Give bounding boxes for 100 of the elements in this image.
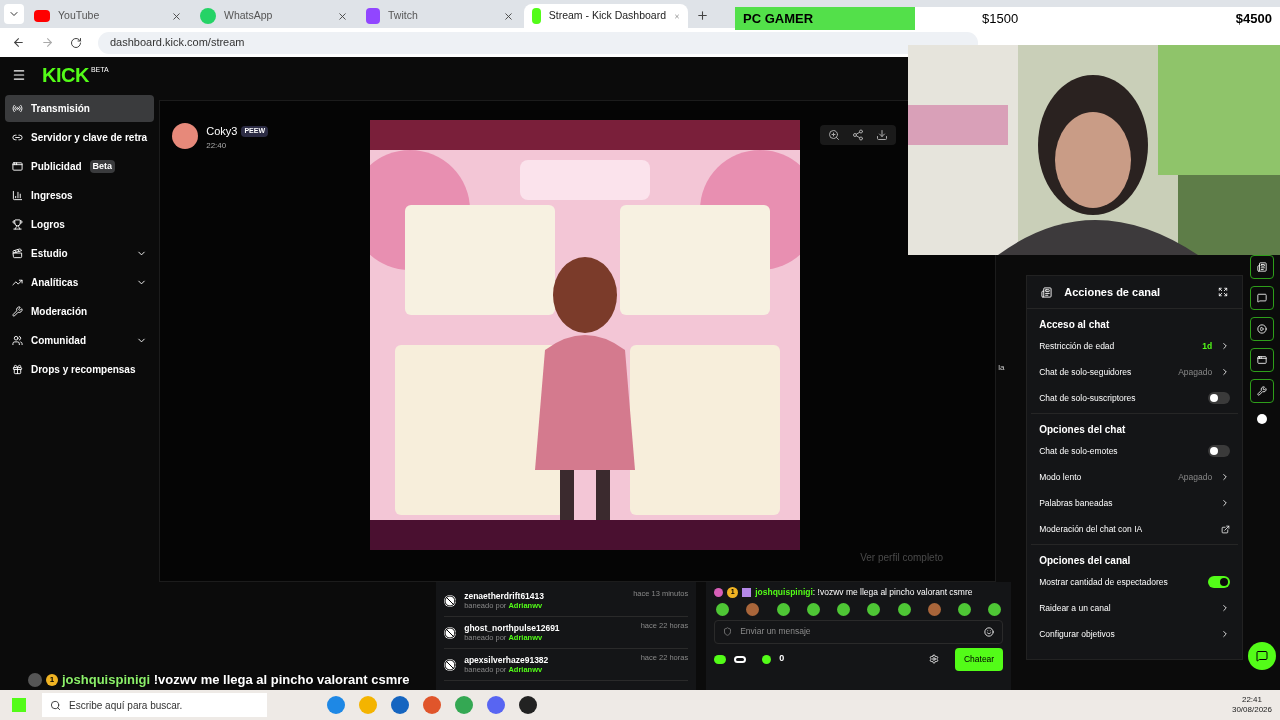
setting-row[interactable]: Configurar objetivos — [1039, 621, 1231, 647]
banned-user[interactable]: ghost_northpulse12691 — [464, 622, 633, 634]
setting-label: Chat de solo-seguidores — [1039, 365, 1133, 379]
sidebar-label: Drops y recompensas — [31, 363, 136, 377]
badge-icon — [714, 587, 724, 597]
setting-value: Apagado — [1178, 365, 1213, 379]
avatar — [172, 123, 199, 149]
expand-icon[interactable] — [1218, 287, 1229, 297]
tool-button[interactable] — [1249, 286, 1274, 310]
sidebar-item[interactable]: Estudio — [5, 240, 155, 267]
setting-label: Modo lento — [1039, 470, 1083, 484]
new-tab-icon[interactable] — [696, 9, 709, 22]
setting-label: Chat de solo-suscriptores — [1039, 391, 1137, 405]
emote-icon[interactable] — [867, 602, 881, 616]
setting-label: Raidear a un canal — [1039, 601, 1112, 615]
emote-icon[interactable] — [746, 602, 760, 616]
sidebar-item[interactable]: Publicidad Beta — [5, 153, 155, 180]
tool-button[interactable] — [1249, 379, 1274, 403]
sidebar-label: Ingresos — [31, 189, 73, 203]
emote-icon[interactable] — [988, 602, 1002, 616]
sidebar-item[interactable]: Transmisión — [5, 95, 155, 122]
taskbar-search[interactable]: Escribe aquí para buscar. — [42, 693, 267, 717]
external-link-icon — [1221, 524, 1231, 534]
close-icon[interactable] — [337, 10, 348, 22]
document-icon — [1256, 262, 1267, 272]
timestamp: 22:40 — [206, 139, 228, 152]
reload-icon[interactable] — [70, 36, 82, 49]
points-icon — [714, 654, 727, 664]
ban-icon — [444, 594, 457, 607]
sidebar-item[interactable]: Servidor y clave de retra — [5, 124, 155, 151]
setting-row[interactable]: Raidear a un canal — [1039, 595, 1231, 621]
send-button[interactable]: Chatear — [954, 647, 1004, 671]
emote-icon[interactable] — [927, 602, 941, 616]
coin-icon — [762, 654, 772, 664]
chat-fab[interactable] — [1247, 642, 1276, 670]
window-icon — [12, 161, 23, 172]
setting-row[interactable]: Moderación del chat con IA — [1039, 516, 1231, 542]
sidebar-item[interactable]: Comunidad — [5, 327, 155, 354]
taskbar-app-icon[interactable] — [519, 696, 537, 714]
setting-row[interactable]: Modo lento Apagado — [1039, 464, 1231, 490]
username: Coky3 — [206, 124, 238, 139]
emote-icon[interactable] — [776, 602, 790, 616]
zoom-icon[interactable] — [828, 129, 841, 141]
menu-icon[interactable] — [12, 67, 26, 82]
play-icon — [1256, 324, 1267, 334]
sidebar-item[interactable]: Ingresos — [5, 182, 155, 209]
users-icon — [12, 335, 23, 346]
emote-icon[interactable] — [897, 602, 911, 616]
settings-icon[interactable] — [928, 654, 939, 665]
toggle-switch[interactable] — [1208, 576, 1231, 588]
banned-user[interactable]: zenaetherdrift61413 — [464, 590, 626, 602]
address-bar[interactable]: dashboard.kick.com/stream — [98, 31, 978, 54]
setting-row[interactable]: Mostrar cantidad de espectadores — [1039, 569, 1231, 595]
banned-user[interactable]: apexsilverhaze91382 — [464, 654, 633, 666]
infinity-icon — [734, 655, 747, 663]
sidebar-item[interactable]: Drops y recompensas — [5, 356, 155, 383]
emote-icon[interactable] — [957, 602, 971, 616]
emote-icon[interactable] — [837, 602, 851, 616]
ban-icon — [444, 658, 457, 671]
browser-tab[interactable]: Stream - Kick Dashboard — [524, 4, 688, 28]
close-icon[interactable] — [171, 10, 182, 22]
sidebar-label: Servidor y clave de retra — [31, 131, 148, 145]
download-icon[interactable] — [876, 129, 889, 141]
setting-row[interactable]: Chat de solo-suscriptores — [1039, 385, 1231, 411]
emoji-icon[interactable] — [984, 626, 995, 637]
trophy-icon — [12, 219, 23, 230]
toggle-switch[interactable] — [1208, 445, 1231, 457]
sidebar-label: Moderación — [31, 305, 88, 319]
sidebar-item[interactable]: Analíticas — [5, 269, 155, 296]
browser-tab[interactable]: YouTube — [26, 4, 190, 28]
sidebar-item[interactable]: Logros — [5, 211, 155, 238]
trend-icon — [12, 277, 23, 288]
setting-row[interactable]: Palabras baneadas — [1039, 490, 1231, 516]
back-icon[interactable] — [12, 36, 25, 49]
setting-row[interactable]: Restricción de edad 1d — [1039, 333, 1231, 359]
setting-row[interactable]: Chat de solo-emotes — [1039, 438, 1231, 464]
shield-icon — [723, 627, 733, 637]
emote-icon[interactable] — [716, 602, 730, 616]
play-icon — [34, 10, 50, 22]
setting-label: Moderación del chat con IA — [1039, 522, 1144, 536]
avatar — [28, 672, 42, 687]
sidebar-item[interactable]: Moderación — [5, 298, 155, 325]
message-field[interactable]: Enviar un mensaje — [714, 619, 1004, 644]
tool-button[interactable] — [1249, 317, 1274, 341]
kick-logo: KICK — [42, 64, 89, 85]
setting-label: Chat de solo-emotes — [1039, 444, 1119, 458]
sidebar-label: Logros — [31, 218, 65, 232]
setting-row[interactable]: Chat de solo-seguidores Apagado — [1039, 359, 1231, 385]
sidebar-label: Comunidad — [31, 334, 86, 348]
tool-button[interactable] — [1249, 348, 1274, 372]
close-icon[interactable] — [503, 10, 514, 22]
emote-icon[interactable] — [806, 602, 820, 616]
points-icon[interactable] — [1256, 414, 1267, 424]
toggle-switch[interactable] — [1208, 392, 1231, 404]
sidebar-label: Analíticas — [31, 276, 79, 290]
browser-tab[interactable]: WhatsApp — [192, 4, 356, 28]
section-heading: Opciones del chat — [1039, 422, 1127, 437]
browser-tab[interactable]: Twitch — [358, 4, 522, 28]
share-icon[interactable] — [852, 129, 865, 141]
radio-icon — [12, 103, 23, 114]
